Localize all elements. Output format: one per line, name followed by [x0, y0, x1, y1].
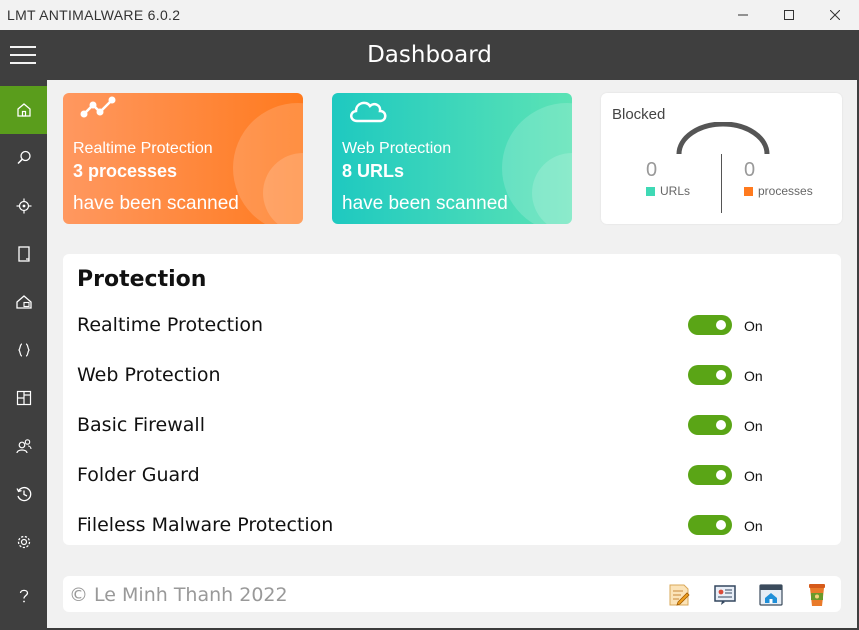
realtime-protection-card[interactable]: Realtime Protection 3 processes have bee… — [63, 93, 303, 224]
minimize-icon — [738, 14, 748, 16]
blocked-title: Blocked — [612, 106, 666, 123]
blocked-processes-count: 0 — [744, 159, 756, 181]
protection-row-firewall: Basic Firewall On — [63, 408, 841, 442]
blocked-processes-label: processes — [758, 184, 813, 198]
processes-swatch — [744, 186, 753, 196]
fileless-malware-toggle[interactable] — [688, 515, 732, 535]
sidebar-item-scan[interactable] — [0, 182, 47, 230]
maximize-icon — [784, 10, 794, 20]
urls-swatch — [646, 186, 655, 196]
protection-state: On — [744, 418, 763, 434]
web-protection-card[interactable]: Web Protection 8 URLs have been scanned — [332, 93, 572, 224]
window-title: LMT ANTIMALWARE 6.0.2 — [7, 7, 181, 23]
protection-state: On — [744, 518, 763, 534]
sidebar-item-search[interactable] — [0, 134, 47, 182]
maximize-button[interactable] — [766, 0, 812, 30]
network-icon — [80, 96, 116, 118]
protection-name: Folder Guard — [77, 464, 200, 486]
protection-name: Fileless Malware Protection — [77, 514, 334, 536]
home-icon — [16, 103, 31, 117]
sidebar-item-settings[interactable] — [0, 518, 47, 566]
page-title: Dashboard — [367, 42, 492, 68]
protection-row-folder-guard: Folder Guard On — [63, 458, 841, 492]
protection-state: On — [744, 368, 763, 384]
protection-row-fileless: Fileless Malware Protection On — [63, 508, 841, 542]
app-header: Dashboard — [0, 30, 859, 80]
braces-icon — [17, 343, 30, 357]
basic-firewall-toggle[interactable] — [688, 415, 732, 435]
realtime-card-count: 3 processes — [73, 161, 178, 181]
sidebar-item-home-protection[interactable] — [0, 278, 47, 326]
dashboard-content: Realtime Protection 3 processes have bee… — [47, 80, 858, 628]
sidebar-item-home[interactable] — [0, 86, 47, 134]
protection-state: On — [744, 468, 763, 484]
sidebar — [0, 80, 47, 630]
web-card-label: Web Protection — [342, 140, 452, 157]
gear-icon — [17, 535, 30, 549]
support-icon[interactable] — [711, 581, 739, 609]
footer-bar: © Le Minh Thanh 2022 — [63, 576, 841, 612]
blocked-gauge — [676, 122, 770, 155]
blocked-divider — [721, 154, 722, 213]
home-lock-icon — [15, 295, 32, 309]
coffee-icon[interactable] — [803, 581, 831, 609]
folder-guard-toggle[interactable] — [688, 465, 732, 485]
copyright-text: © Le Minh Thanh 2022 — [69, 584, 288, 606]
website-icon[interactable] — [757, 581, 785, 609]
sidebar-item-history[interactable] — [0, 470, 47, 518]
web-card-count: 8 URLs — [342, 161, 405, 181]
notes-icon[interactable] — [665, 581, 693, 609]
sidebar-item-users[interactable] — [0, 422, 47, 470]
protection-row-realtime: Realtime Protection On — [63, 308, 841, 342]
close-icon — [830, 10, 840, 20]
protection-name: Basic Firewall — [77, 414, 205, 436]
realtime-protection-toggle[interactable] — [688, 315, 732, 335]
sidebar-item-help[interactable] — [0, 572, 47, 620]
web-protection-toggle[interactable] — [688, 365, 732, 385]
blocked-processes-legend: processes — [744, 184, 813, 198]
protection-name: Web Protection — [77, 364, 221, 386]
sidebar-item-modules[interactable] — [0, 374, 47, 422]
protection-row-web: Web Protection On — [63, 358, 841, 392]
sidebar-item-device[interactable] — [0, 230, 47, 278]
realtime-card-label: Realtime Protection — [73, 140, 213, 157]
search-icon — [16, 150, 31, 165]
blocked-urls-label: URLs — [660, 184, 691, 198]
protection-title: Protection — [77, 267, 207, 292]
title-bar: LMT ANTIMALWARE 6.0.2 — [0, 0, 859, 30]
protection-panel: Protection Realtime Protection On Web Pr… — [63, 254, 841, 545]
modules-icon — [16, 390, 31, 406]
protection-state: On — [744, 318, 763, 334]
scan-target-icon — [16, 198, 31, 214]
close-button[interactable] — [812, 0, 858, 30]
cloud-icon — [350, 101, 387, 123]
protection-name: Realtime Protection — [77, 314, 264, 336]
blocked-urls-count: 0 — [646, 159, 658, 181]
web-card-footnote: have been scanned — [342, 193, 508, 214]
blocked-summary-card: Blocked 0 URLs 0 processes — [601, 93, 842, 224]
blocked-urls-legend: URLs — [646, 184, 690, 198]
device-icon — [17, 246, 30, 262]
minimize-button[interactable] — [720, 0, 766, 30]
users-icon — [15, 439, 32, 454]
help-icon — [19, 589, 28, 603]
realtime-card-footnote: have been scanned — [73, 193, 239, 214]
sidebar-item-scripts[interactable] — [0, 326, 47, 374]
history-icon — [15, 486, 31, 502]
